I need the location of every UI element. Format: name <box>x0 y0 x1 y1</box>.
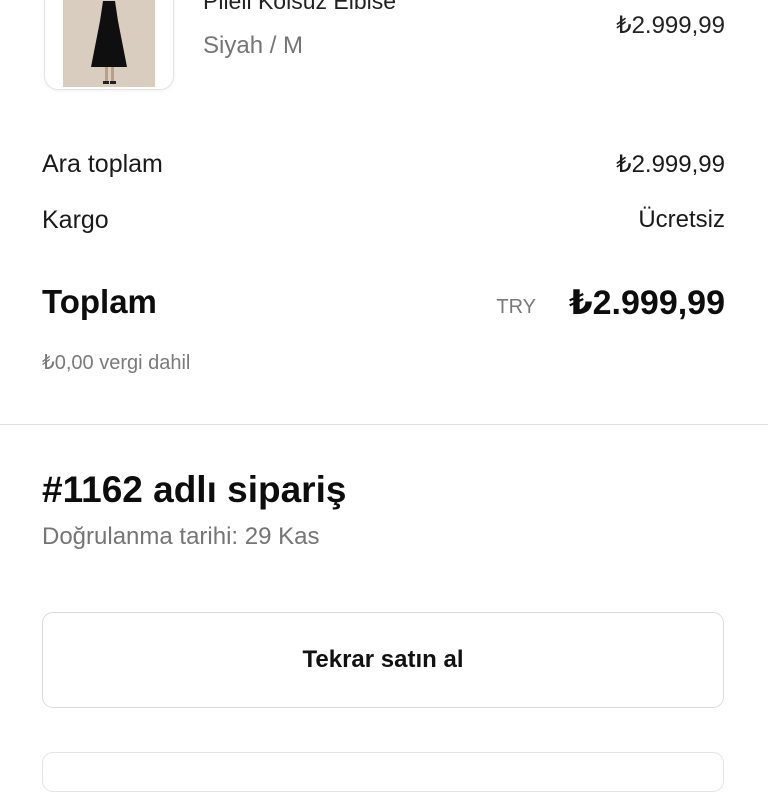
product-thumbnail <box>63 0 155 87</box>
section-divider <box>0 424 768 425</box>
product-price: ₺2.999,99 <box>616 12 725 39</box>
subtotal-label: Ara toplam <box>42 150 163 178</box>
subtotal-value: ₺2.999,99 <box>616 151 725 178</box>
buy-again-button[interactable]: Tekrar satın al <box>42 612 724 708</box>
total-currency: TRY <box>496 296 536 318</box>
product-image-card[interactable] <box>44 0 174 90</box>
confirmation-date: Doğrulanma tarihi: 29 Kas <box>42 523 320 550</box>
total-label: Toplam <box>42 283 157 320</box>
order-title: #1162 adlı sipariş <box>42 469 347 510</box>
next-section-card <box>42 752 724 792</box>
total-value: ₺2.999,99 <box>568 284 725 322</box>
tax-note: ₺0,00 vergi dahil <box>42 352 191 374</box>
dress-image-icon <box>63 0 155 87</box>
shipping-label: Kargo <box>42 206 109 234</box>
product-name: Pileli Kolsuz Elbise <box>203 0 397 14</box>
shipping-value: Ücretsiz <box>638 206 725 233</box>
product-variant: Siyah / M <box>203 32 304 59</box>
